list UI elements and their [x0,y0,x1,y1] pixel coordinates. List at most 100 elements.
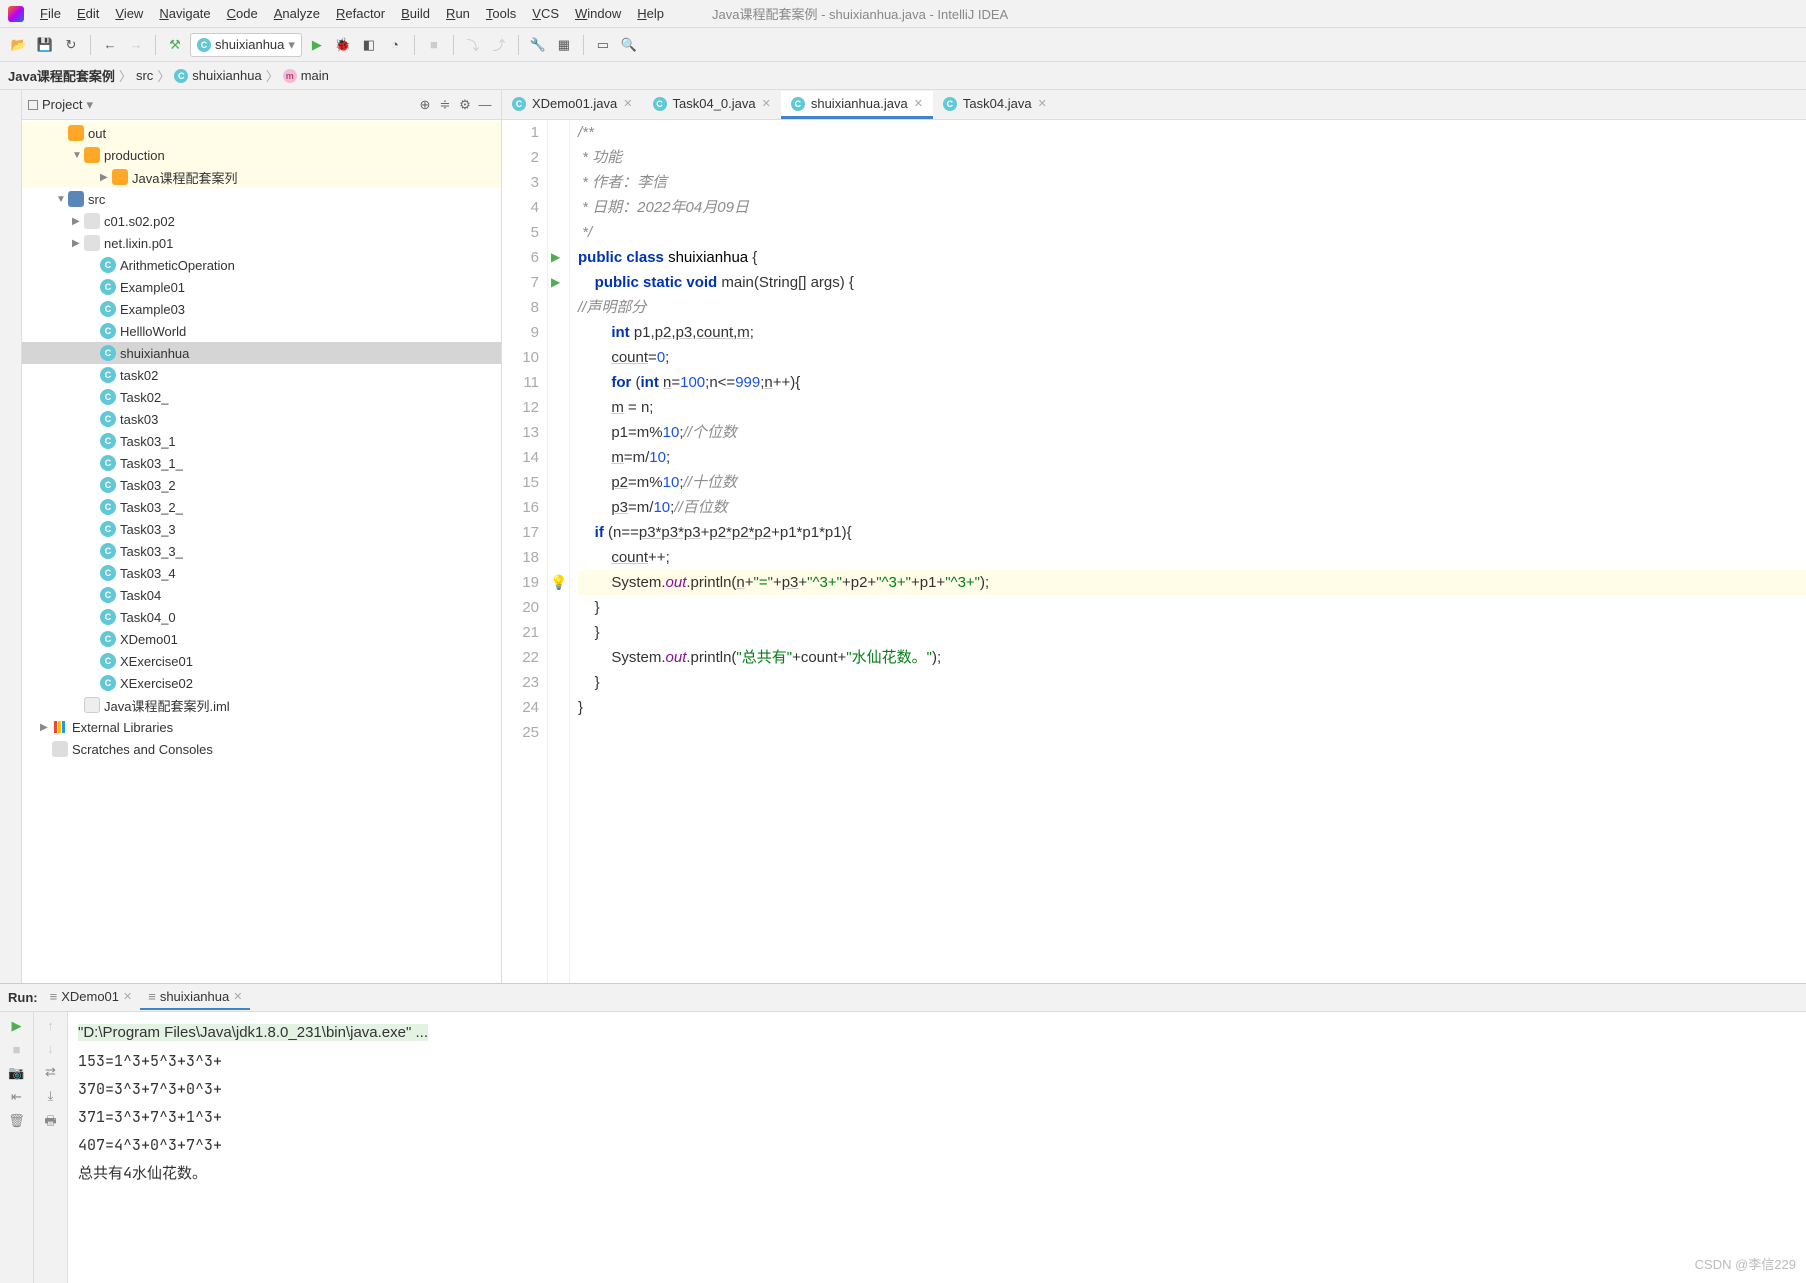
menu-refactor[interactable]: Refactor [328,6,393,21]
tree-item[interactable]: CXDemo01 [22,628,501,650]
run-icon[interactable]: ▶ [306,34,328,56]
run-gutter-icon[interactable]: ▶ [551,245,560,270]
collapse-icon[interactable]: ≑ [435,95,455,115]
menu-help[interactable]: Help [629,6,672,21]
run-config-label: shuixianhua [215,37,284,52]
wrench-icon[interactable]: 🔧 [527,34,549,56]
stop-icon[interactable]: ■ [13,1042,21,1057]
tree-item[interactable]: CArithmeticOperation [22,254,501,276]
save-icon[interactable]: 💾 [34,34,56,56]
chevron-down-icon[interactable]: ▾ [86,97,93,113]
debug-icon[interactable]: 🐞 [332,34,354,56]
run-tab[interactable]: ≡shuixianhua✕ [140,986,250,1010]
tree-item[interactable]: Java课程配套案列.iml [22,694,501,716]
tree-item[interactable]: ▶net.lixin.p01 [22,232,501,254]
rerun-icon[interactable]: ▶ [12,1018,22,1034]
tree-item[interactable]: CTask04_0 [22,606,501,628]
profile-icon[interactable]: ◔ [384,34,406,56]
editor-tab[interactable]: CTask04.java✕ [933,91,1057,119]
menu-run[interactable]: Run [438,6,478,21]
tree-item[interactable]: CTask03_2 [22,474,501,496]
git2-icon[interactable]: ⤴ [488,34,510,56]
tree-item[interactable]: Cshuixianhua [22,342,501,364]
left-tool-strip [0,90,22,983]
tree-item[interactable]: ▼src [22,188,501,210]
tree-item[interactable]: CTask03_3_ [22,540,501,562]
run-gutter-icon[interactable]: ▶ [551,270,560,295]
tree-item[interactable]: CExample03 [22,298,501,320]
back-icon[interactable]: ← [99,34,121,56]
menu-analyze[interactable]: Analyze [266,6,328,21]
code-editor[interactable]: /** * 功能 * 作者：李信 * 日期：2022年04月09日 */publ… [570,120,1806,983]
project-title[interactable]: Project [42,97,82,112]
trash-icon[interactable]: 🗑 [8,1113,25,1129]
project-view-icon[interactable] [28,100,38,110]
up-icon[interactable]: ↑ [47,1018,54,1033]
tree-item[interactable]: CTask03_1 [22,430,501,452]
close-icon[interactable]: ✕ [914,97,923,110]
search-icon[interactable]: 🔍 [618,34,640,56]
forward-icon[interactable]: → [125,34,147,56]
bc-class[interactable]: shuixianhua [192,68,261,83]
menu-vcs[interactable]: VCS [524,6,567,21]
tree-item[interactable]: Scratches and Consoles [22,738,501,760]
avd-icon[interactable]: ▭ [592,34,614,56]
target-icon[interactable]: ⊕ [415,95,435,115]
coverage-icon[interactable]: ◧ [358,34,380,56]
wrap-icon[interactable]: ⇄ [45,1064,56,1080]
tree-item[interactable]: out [22,122,501,144]
editor-tab[interactable]: CXDemo01.java✕ [502,91,643,119]
bc-project[interactable]: Java课程配套案例 [8,66,115,85]
tree-item[interactable]: ▼production [22,144,501,166]
menu-view[interactable]: View [107,6,151,21]
menu-window[interactable]: Window [567,6,629,21]
scroll-icon[interactable]: ⤓ [48,1088,54,1104]
project-tree[interactable]: out▼production▶Java课程配套案列▼src▶c01.s02.p0… [22,120,501,983]
exit-icon[interactable]: ⇤ [11,1089,22,1105]
editor-tab[interactable]: Cshuixianhua.java✕ [781,91,933,119]
menu-navigate[interactable]: Navigate [151,6,218,21]
camera-icon[interactable]: 📷 [8,1065,24,1081]
menu-code[interactable]: Code [219,6,266,21]
tree-item[interactable]: CXExercise02 [22,672,501,694]
tree-item[interactable]: CExample01 [22,276,501,298]
close-icon[interactable]: ✕ [762,97,771,110]
run-output[interactable]: "D:\Program Files\Java\jdk1.8.0_231\bin\… [68,1012,1806,1283]
run-config-select[interactable]: C shuixianhua ▾ [190,33,302,57]
hammer-icon[interactable]: ⚒ [164,34,186,56]
bulb-icon[interactable]: 💡 [550,570,567,595]
run-toolbar-left: ▶ ■ 📷 ⇤ 🗑 [0,1012,34,1283]
hide-icon[interactable]: — [475,95,495,115]
git-icon[interactable]: ⤵ [462,34,484,56]
tree-item[interactable]: CTask03_4 [22,562,501,584]
tree-item[interactable]: CTask03_2_ [22,496,501,518]
print-icon[interactable]: 🖶 [44,1112,56,1134]
tree-item[interactable]: CXExercise01 [22,650,501,672]
bc-method[interactable]: main [301,68,329,83]
tree-item[interactable]: Ctask02 [22,364,501,386]
close-icon[interactable]: ✕ [1038,97,1047,110]
tree-item[interactable]: CTask03_1_ [22,452,501,474]
menu-edit[interactable]: Edit [69,6,107,21]
gear-icon[interactable]: ⚙ [455,95,475,115]
open-icon[interactable]: 📂 [8,34,30,56]
tree-item[interactable]: ▶Java课程配套案列 [22,166,501,188]
bc-src[interactable]: src [136,68,153,83]
structure-icon[interactable]: ▦ [553,34,575,56]
menu-tools[interactable]: Tools [478,6,524,21]
down-icon[interactable]: ↓ [47,1041,54,1056]
tree-item[interactable]: ▶c01.s02.p02 [22,210,501,232]
menu-file[interactable]: File [32,6,69,21]
tree-item[interactable]: CTask04 [22,584,501,606]
close-icon[interactable]: ✕ [623,97,632,110]
tree-item[interactable]: CTask02_ [22,386,501,408]
tree-item[interactable]: ▶External Libraries [22,716,501,738]
tree-item[interactable]: CHellloWorld [22,320,501,342]
tree-item[interactable]: Ctask03 [22,408,501,430]
editor-tab[interactable]: CTask04_0.java✕ [643,91,781,119]
tree-item[interactable]: CTask03_3 [22,518,501,540]
stop-icon[interactable]: ■ [423,34,445,56]
refresh-icon[interactable]: ↻ [60,34,82,56]
run-tab[interactable]: ≡XDemo01✕ [42,986,141,1010]
menu-build[interactable]: Build [393,6,438,21]
